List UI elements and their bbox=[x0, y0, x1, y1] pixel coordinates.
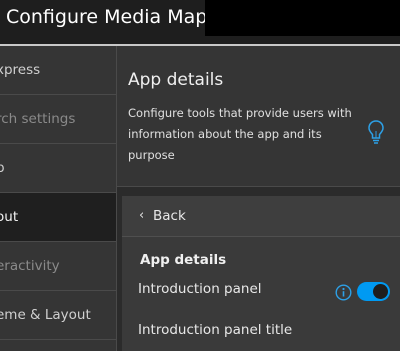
chevron-left-icon: ‹ bbox=[139, 208, 145, 223]
sidebar-item-map[interactable]: p bbox=[0, 144, 116, 193]
toggle-knob bbox=[373, 284, 388, 299]
introduction-panel-label: Introduction panel bbox=[138, 281, 262, 297]
redacted-area bbox=[205, 0, 400, 36]
section-divider bbox=[117, 186, 400, 187]
sidebar-item-label: xpress bbox=[0, 62, 41, 78]
settings-panel: ‹ Back App details Introduction panel In… bbox=[122, 196, 400, 351]
info-icon[interactable] bbox=[335, 284, 352, 301]
back-label: Back bbox=[153, 208, 186, 224]
sidebar-item-search-settings[interactable]: rch settings bbox=[0, 95, 116, 144]
page-title: App details bbox=[128, 70, 224, 90]
sidebar-item-label: eractivity bbox=[0, 258, 60, 274]
sidebar-item-label: p bbox=[0, 160, 5, 176]
window-title: Configure Media Map: bbox=[6, 6, 214, 28]
panel-section-title: App details bbox=[140, 252, 227, 268]
section-header: App details Configure tools that provide… bbox=[117, 46, 400, 186]
sidebar-item-label: eme & Layout bbox=[0, 307, 91, 323]
introduction-panel-toggle[interactable] bbox=[357, 282, 390, 301]
sidebar-item-interactivity[interactable]: eractivity bbox=[0, 242, 116, 291]
sidebar-item-label: out bbox=[0, 209, 19, 225]
back-button[interactable]: ‹ Back bbox=[122, 196, 400, 237]
sidebar: xpress rch settings p out eractivity eme… bbox=[0, 46, 117, 351]
sidebar-item-about[interactable]: out bbox=[0, 193, 116, 242]
main-content: App details Configure tools that provide… bbox=[117, 46, 400, 351]
sidebar-item-label: rch settings bbox=[0, 111, 76, 127]
lightbulb-icon[interactable] bbox=[367, 119, 385, 145]
page-description: Configure tools that provide users with … bbox=[128, 106, 352, 162]
sidebar-item-express[interactable]: xpress bbox=[0, 46, 116, 95]
sidebar-item-theme-layout[interactable]: eme & Layout bbox=[0, 291, 116, 340]
title-bar: Configure Media Map: bbox=[0, 0, 400, 44]
introduction-panel-title-label: Introduction panel title bbox=[138, 322, 293, 338]
